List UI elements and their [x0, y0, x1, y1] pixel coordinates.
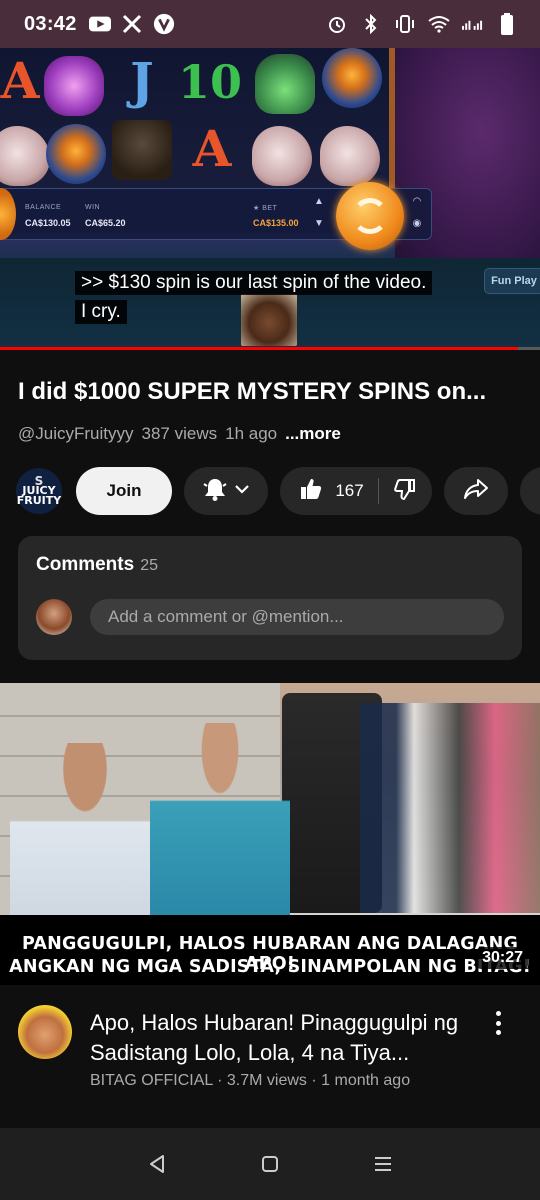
like-count: 167: [335, 481, 364, 500]
symbol-flower: [44, 56, 104, 116]
comments-heading: Comments: [36, 554, 135, 575]
duration-badge: 30:27: [477, 947, 528, 969]
share-button[interactable]: [444, 467, 508, 515]
alarm-icon: [326, 13, 348, 35]
home-icon[interactable]: [252, 1146, 288, 1182]
thumbs-down-icon: [393, 477, 417, 506]
user-avatar: [36, 599, 72, 635]
back-icon[interactable]: [139, 1146, 175, 1182]
spin-icon: [336, 182, 404, 250]
status-bar: 03:42: [0, 0, 540, 48]
symbol-ten: 10: [178, 55, 243, 109]
clock: 03:42: [24, 12, 77, 35]
comments-card[interactable]: Comments 25 Add a comment or @mention...: [18, 536, 522, 660]
closed-caption: >> $130 spin is our last spin of the vid…: [75, 268, 475, 326]
v-app-icon: [153, 13, 175, 35]
next-video-thumbnail[interactable]: PANGGUGULPI, HALOS HUBARAN ANG DALAGANG …: [0, 683, 540, 985]
share-icon: [463, 477, 489, 506]
balance-value: CA$130.05: [25, 218, 71, 228]
turbo-icon: ◠: [412, 196, 422, 207]
more-actions-button[interactable]: [520, 467, 540, 515]
bet-value: CA$135.00: [253, 218, 299, 228]
win-value: CA$65.20: [85, 218, 126, 228]
symbol-orb: [46, 124, 106, 184]
comments-count: 25: [140, 557, 158, 574]
next-video-meta: BITAG OFFICIAL · 3.7M views · 1 month ag…: [90, 1072, 411, 1089]
symbol-bird: [252, 126, 312, 186]
notification-bell-button[interactable]: [184, 467, 268, 515]
video-meta[interactable]: @JuicyFruityyy 387 views 1h ago ...more: [18, 424, 341, 444]
more-link[interactable]: ...more: [285, 424, 341, 444]
signal-icon: [462, 13, 484, 35]
upload-age: 1h ago: [225, 424, 278, 443]
symbol-orb: [322, 48, 382, 108]
join-button[interactable]: Join: [76, 467, 172, 515]
thumb-woman: [150, 723, 290, 915]
caption-line: >> $130 spin is our last spin of the vid…: [75, 271, 433, 295]
avatar-text: FRUITY: [16, 494, 62, 507]
caption-line: I cry.: [75, 300, 127, 324]
x-icon: [121, 13, 143, 35]
system-nav-bar: [0, 1128, 540, 1200]
video-title[interactable]: I did $1000 SUPER MYSTERY SPINS on...: [18, 378, 528, 406]
progress-bar[interactable]: [0, 347, 540, 350]
autoplay-icon: ◉: [412, 218, 422, 229]
bell-icon: [202, 476, 228, 507]
thumbs-up-icon: [299, 477, 323, 506]
next-video-title[interactable]: Apo, Halos Hubaran! Pinaggugulpi ng Sadi…: [90, 1008, 470, 1068]
battery-icon: [496, 13, 518, 35]
comments-header: Comments 25: [36, 554, 158, 576]
thumb-people: [360, 703, 540, 913]
like-button[interactable]: 167: [279, 477, 379, 506]
like-dislike-group: 167: [280, 467, 432, 515]
video-player[interactable]: A J 10 A BALANCE CA$130.05 WIN CA$65.20 …: [0, 48, 540, 350]
balance-label: BALANCE: [25, 204, 62, 211]
win-label: WIN: [85, 204, 101, 211]
symbol-potion: [255, 54, 315, 114]
action-row: S JUICY FRUITY Join 167: [16, 466, 540, 516]
dislike-button[interactable]: [379, 477, 433, 506]
vibrate-icon: [394, 13, 416, 35]
thumb-headline: ANGKAN NG MGA SADISTA, SINAMPOLAN NG BIT…: [9, 957, 531, 977]
progress-fill: [0, 347, 519, 350]
chevron-down-icon: [234, 482, 250, 500]
recents-icon[interactable]: [365, 1146, 401, 1182]
symbol-a: A: [0, 50, 40, 110]
next-channel-avatar[interactable]: [18, 1005, 72, 1059]
channel-handle: @JuicyFruityyy: [18, 424, 134, 443]
wifi-icon: [428, 13, 450, 35]
view-count: 387 views: [141, 424, 218, 443]
symbol-cat: [112, 120, 172, 180]
symbol-bird: [320, 126, 380, 186]
symbol-bird: [0, 126, 50, 186]
bluetooth-icon: [360, 13, 382, 35]
symbol-j: J: [130, 50, 154, 110]
bet-label: ★ BET: [253, 205, 278, 212]
symbol-a: A: [192, 118, 232, 178]
bet-down-icon: ▼: [314, 218, 324, 229]
bet-up-icon: ▲: [314, 196, 324, 207]
youtube-icon: [88, 13, 111, 35]
kebab-menu-icon[interactable]: [488, 1008, 508, 1038]
channel-avatar[interactable]: S JUICY FRUITY: [16, 468, 62, 514]
comment-input[interactable]: Add a comment or @mention...: [90, 599, 504, 635]
thumb-man: [10, 743, 160, 915]
fun-play-badge: Fun Play: [484, 268, 540, 294]
